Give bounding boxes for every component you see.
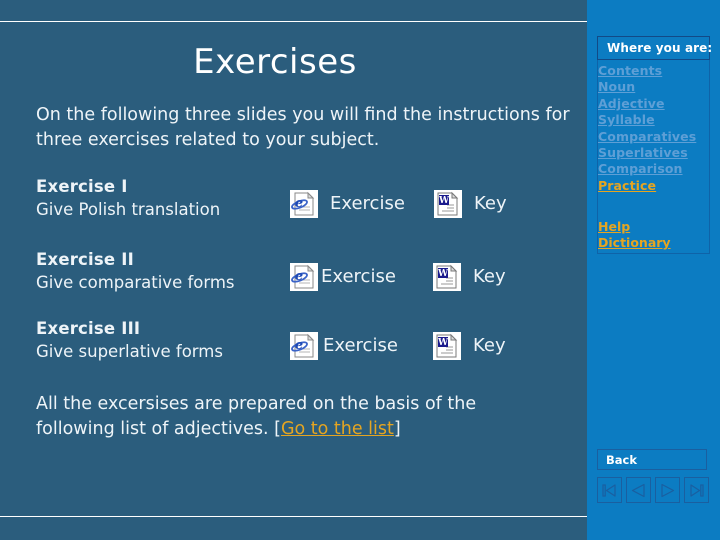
outro-paragraph: All the excersises are prepared on the b… <box>36 392 556 443</box>
internet-explorer-document-icon: e <box>290 263 318 291</box>
key-link-label: Key <box>473 266 506 287</box>
previous-slide-button[interactable] <box>626 477 651 503</box>
back-button[interactable]: Back <box>597 449 707 470</box>
svg-text:W: W <box>437 338 449 348</box>
intro-paragraph: On the following three slides you will f… <box>36 105 570 151</box>
exercise-row: Exercise I Give Polish translation e Exe <box>0 176 587 236</box>
go-to-the-list-link[interactable]: Go to the list <box>281 419 394 439</box>
sidebar-item-syllable[interactable]: Syllable <box>598 112 718 128</box>
word-document-icon: W <box>433 332 461 360</box>
sidebar-item-noun[interactable]: Noun <box>598 79 718 95</box>
svg-text:e: e <box>295 269 303 284</box>
internet-explorer-document-icon: e <box>290 332 318 360</box>
previous-icon <box>630 483 647 498</box>
key-link[interactable]: W Key <box>434 190 507 218</box>
sidebar-nav-list: Contents Noun Adjective Syllable Compara… <box>598 63 718 194</box>
slide: Exercises On the following three slides … <box>0 0 720 540</box>
internet-explorer-document-icon: e <box>290 190 318 218</box>
svg-text:e: e <box>295 196 303 211</box>
exercise-link[interactable]: e Exercise <box>290 190 405 218</box>
exercise-subtitle: Give superlative forms <box>36 342 223 362</box>
key-link[interactable]: W Key <box>433 332 506 360</box>
svg-text:W: W <box>438 196 450 206</box>
page-title: Exercises <box>193 42 357 82</box>
exercise-link[interactable]: e Exercise <box>290 263 396 291</box>
sidebar-item-superlatives[interactable]: Superlatives <box>598 145 718 161</box>
first-icon <box>601 483 618 498</box>
where-you-are-header: Where you are: <box>597 36 713 60</box>
key-link-label: Key <box>474 193 507 214</box>
key-link[interactable]: W Key <box>433 263 506 291</box>
exercise-labels: Exercise II Give comparative forms <box>36 249 286 294</box>
sidebar-item-contents[interactable]: Contents <box>598 63 718 79</box>
last-icon <box>688 483 705 498</box>
sidebar-item-dictionary[interactable]: Dictionary <box>598 235 718 251</box>
next-slide-button[interactable] <box>655 477 680 503</box>
sidebar-item-comparatives[interactable]: Comparatives <box>598 129 718 145</box>
sidebar-aux-list: Help Dictionary <box>598 219 718 252</box>
exercise-row: Exercise II Give comparative forms e Exe <box>0 249 587 309</box>
outro-text-after: ] <box>393 419 401 440</box>
word-document-icon: W <box>434 190 462 218</box>
outro-text-before: All the excersises are prepared on the b… <box>36 394 477 440</box>
exercise-title: Exercise III <box>36 319 141 338</box>
main-content: Exercises On the following three slides … <box>0 0 587 540</box>
sidebar-item-comparison[interactable]: Comparison <box>598 161 718 177</box>
next-icon <box>659 483 676 498</box>
first-slide-button[interactable] <box>597 477 622 503</box>
word-document-icon: W <box>433 263 461 291</box>
exercise-row: Exercise III Give superlative forms e Ex <box>0 318 587 378</box>
slide-navigation-buttons <box>597 477 709 503</box>
where-you-are-label: Where you are: <box>607 41 713 55</box>
sidebar-item-practice[interactable]: Practice <box>598 178 718 194</box>
exercise-link-label: Exercise <box>321 266 396 287</box>
exercise-link[interactable]: e Exercise <box>290 332 398 360</box>
exercise-link-label: Exercise <box>323 335 398 356</box>
sidebar-item-help[interactable]: Help <box>598 219 718 235</box>
back-button-label: Back <box>606 452 637 467</box>
exercise-labels: Exercise I Give Polish translation <box>36 176 286 221</box>
svg-text:e: e <box>295 338 303 353</box>
last-slide-button[interactable] <box>684 477 709 503</box>
exercise-link-label: Exercise <box>330 193 405 214</box>
exercise-subtitle: Give comparative forms <box>36 273 235 293</box>
key-link-label: Key <box>473 335 506 356</box>
exercise-labels: Exercise III Give superlative forms <box>36 318 286 363</box>
exercise-title: Exercise II <box>36 250 134 269</box>
exercise-subtitle: Give Polish translation <box>36 200 221 220</box>
sidebar-item-adjective[interactable]: Adjective <box>598 96 718 112</box>
svg-text:W: W <box>437 269 449 279</box>
exercise-title: Exercise I <box>36 177 128 196</box>
